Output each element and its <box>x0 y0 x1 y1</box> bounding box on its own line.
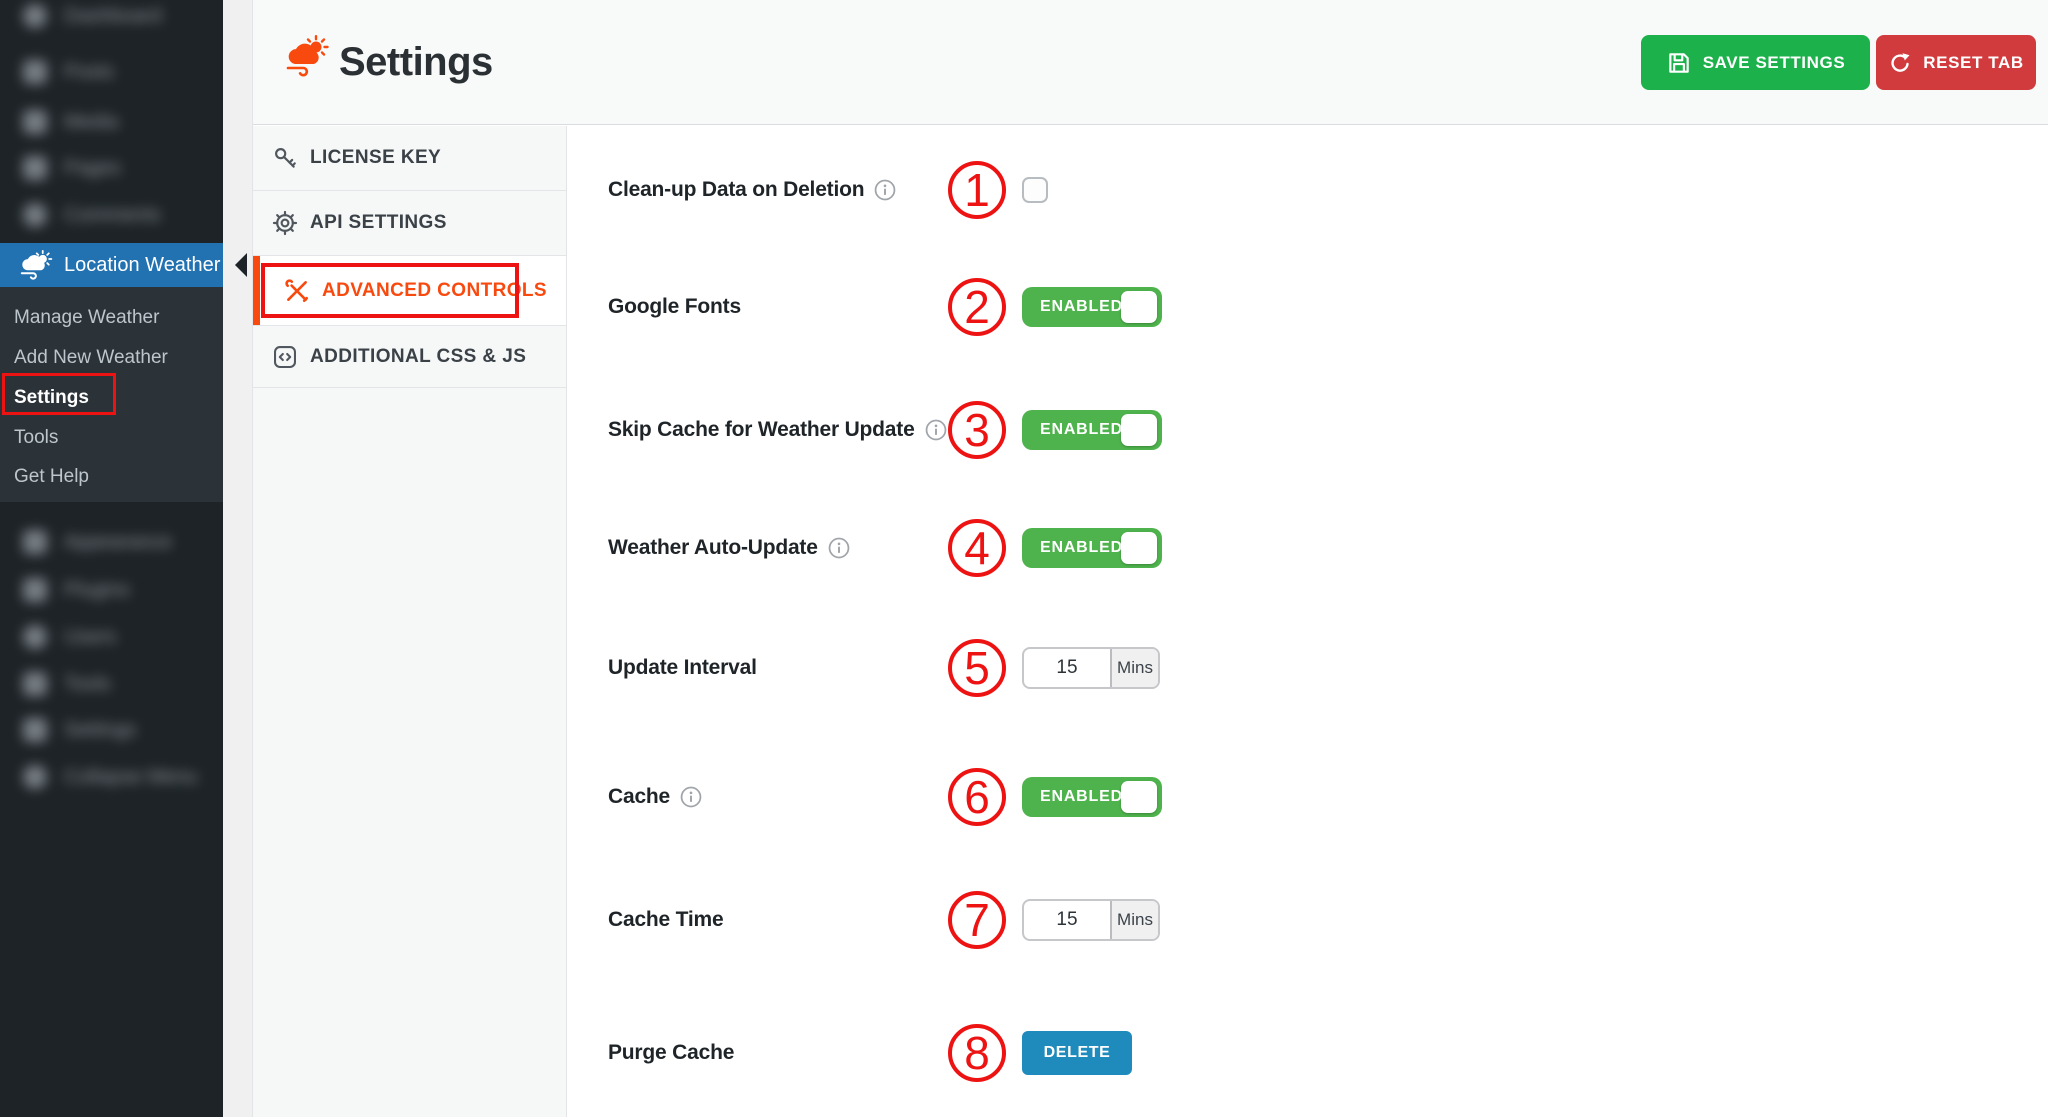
skip-cache-row: Skip Cache for Weather Update 3 ENABLED <box>567 401 2048 459</box>
settings-tab-list: LICENSE KEY API SETTINGS <box>253 126 567 1117</box>
code-icon <box>271 343 298 370</box>
tab-advanced-controls[interactable]: ADVANCED CONTROLS <box>253 256 566 326</box>
annotation-circle-6: 6 <box>948 768 1006 826</box>
settings-header: Settings SAVE SETTINGS RESET TAB <box>253 0 2048 125</box>
sidebar-item-posts[interactable]: Posts <box>0 50 223 94</box>
comments-icon <box>20 202 50 228</box>
google-fonts-toggle[interactable]: ENABLED <box>1022 287 1162 327</box>
gear-icon <box>271 210 298 237</box>
submenu-item-get-help[interactable]: Get Help <box>0 457 223 497</box>
cache-time-row: Cache Time 7 15Mins <box>567 891 2048 949</box>
cache-time-input[interactable]: 15Mins <box>1022 899 1160 941</box>
tab-additional-css-js[interactable]: ADDITIONAL CSS & JS <box>253 326 566 388</box>
reset-icon <box>1888 51 1912 75</box>
purge-cache-row: Purge Cache 8 DELETE <box>567 1024 2048 1082</box>
tools-wrench-icon <box>20 671 50 697</box>
auto-update-toggle[interactable]: ENABLED <box>1022 528 1162 568</box>
auto-update-row: Weather Auto-Update 4 ENABLED <box>567 519 2048 577</box>
admin-sidebar: Dashboard Posts Media Pages Comments Loc… <box>0 0 223 1117</box>
reset-tab-button[interactable]: RESET TAB <box>1876 35 2036 90</box>
dashboard-icon <box>20 3 50 29</box>
sidebar-bottom-group: Appearance Plugins Users Tools Settings … <box>0 502 223 1117</box>
toggle-knob <box>1121 414 1157 446</box>
submenu-item-tools[interactable]: Tools <box>0 418 223 458</box>
annotation-circle-5: 5 <box>948 639 1006 697</box>
sidebar-item-settings-wp[interactable]: Settings <box>0 708 223 752</box>
weather-cloud-icon <box>18 250 54 280</box>
sidebar-item-tools[interactable]: Tools <box>0 662 223 706</box>
annotation-circle-8: 8 <box>948 1024 1006 1082</box>
submenu-item-manage-weather[interactable]: Manage Weather <box>0 298 223 338</box>
sidebar-item-media[interactable]: Media <box>0 100 223 144</box>
update-interval-input[interactable]: 15Mins <box>1022 647 1160 689</box>
plugins-icon <box>20 577 50 603</box>
toggle-knob <box>1121 532 1157 564</box>
save-floppy-icon <box>1666 50 1692 76</box>
setting-label: Purge Cache <box>608 1041 734 1065</box>
sidebar-item-comments[interactable]: Comments <box>0 193 223 237</box>
sidebar-item-users[interactable]: Users <box>0 615 223 659</box>
annotation-circle-4: 4 <box>948 519 1006 577</box>
setting-label: Clean-up Data on Deletion <box>608 178 864 202</box>
update-interval-row: Update Interval 5 15Mins <box>567 639 2048 697</box>
active-tab-bar <box>253 256 260 325</box>
setting-label: Cache <box>608 785 670 809</box>
tab-license-key[interactable]: LICENSE KEY <box>253 126 566 191</box>
info-icon <box>925 419 947 441</box>
sidebar-item-pages[interactable]: Pages <box>0 146 223 190</box>
purge-cache-delete-button[interactable]: DELETE <box>1022 1031 1132 1075</box>
setting-label: Weather Auto-Update <box>608 536 818 560</box>
location-weather-submenu: Manage Weather Add New Weather Settings … <box>0 287 223 502</box>
annotation-circle-2: 2 <box>948 278 1006 336</box>
toggle-knob <box>1121 291 1157 323</box>
tools-icon <box>283 277 310 304</box>
submenu-item-add-new-weather[interactable]: Add New Weather <box>0 338 223 378</box>
media-icon <box>20 109 50 135</box>
info-icon <box>680 786 702 808</box>
sidebar-item-collapse-menu[interactable]: Collapse Menu <box>0 755 223 799</box>
collapse-menu-icon <box>20 764 50 790</box>
skip-cache-toggle[interactable]: ENABLED <box>1022 410 1162 450</box>
sidebar-item-location-weather[interactable]: Location Weather <box>0 243 223 287</box>
appearance-icon <box>20 529 50 555</box>
annotation-circle-7: 7 <box>948 891 1006 949</box>
sidebar-item-plugins[interactable]: Plugins <box>0 568 223 612</box>
sidebar-item-appearance[interactable]: Appearance <box>0 520 223 564</box>
cache-toggle[interactable]: ENABLED <box>1022 777 1162 817</box>
setting-label: Google Fonts <box>608 295 741 319</box>
advanced-controls-content: Clean-up Data on Deletion 1 Google Fonts… <box>567 126 2048 1117</box>
toggle-knob <box>1121 781 1157 813</box>
wordpress-admin-screen: Dashboard Posts Media Pages Comments Loc… <box>0 0 2048 1117</box>
info-icon <box>874 179 896 201</box>
header-actions: SAVE SETTINGS RESET TAB <box>1641 35 2036 90</box>
settings-sliders-icon <box>20 717 50 743</box>
annotation-circle-3: 3 <box>948 401 1006 459</box>
setting-label: Cache Time <box>608 908 724 932</box>
submenu-item-settings[interactable]: Settings <box>0 378 223 418</box>
page-title: Settings <box>339 0 493 125</box>
save-settings-button[interactable]: SAVE SETTINGS <box>1641 35 1870 90</box>
settings-panel: Settings SAVE SETTINGS RESET TAB <box>252 0 2048 1117</box>
tab-api-settings[interactable]: API SETTINGS <box>253 191 566 256</box>
sidebar-item-dashboard[interactable]: Dashboard <box>0 0 223 38</box>
cleanup-checkbox[interactable] <box>1022 177 1048 203</box>
setting-label: Update Interval <box>608 656 757 680</box>
google-fonts-row: Google Fonts 2 ENABLED <box>567 278 2048 336</box>
location-weather-logo-icon <box>284 33 332 81</box>
info-icon <box>828 537 850 559</box>
setting-label: Skip Cache for Weather Update <box>608 418 915 442</box>
users-icon <box>20 624 50 650</box>
pages-icon <box>20 155 50 181</box>
cache-row: Cache 6 ENABLED <box>567 768 2048 826</box>
cleanup-data-row: Clean-up Data on Deletion 1 <box>567 161 2048 219</box>
key-icon <box>271 145 298 172</box>
annotation-circle-1: 1 <box>948 161 1006 219</box>
current-menu-arrow-icon <box>223 253 247 277</box>
posts-icon <box>20 59 50 85</box>
